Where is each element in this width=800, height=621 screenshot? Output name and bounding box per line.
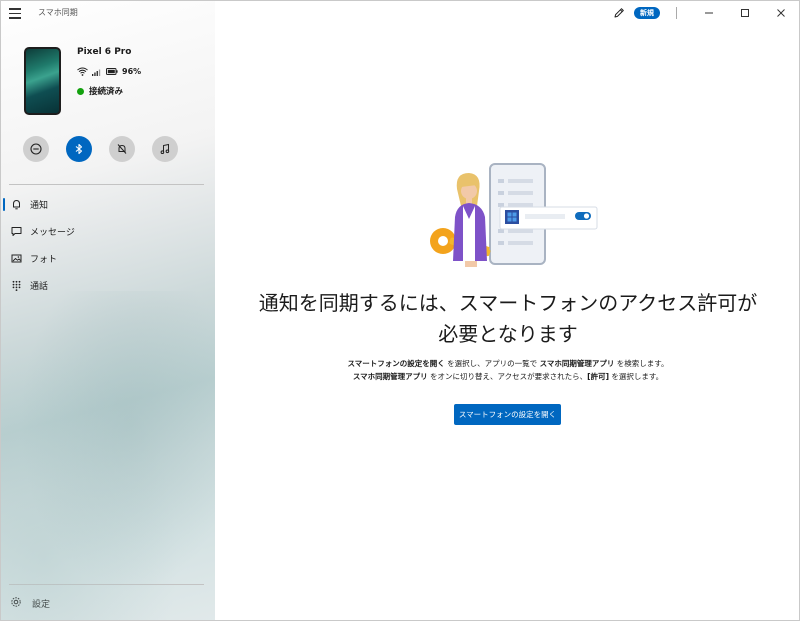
signal-icon: [92, 69, 101, 76]
app-window: スマホ同期 Pixel 6 Pro 96% 接続済み 通知 メッセージ フォト …: [0, 0, 800, 621]
battery-level: 96%: [122, 67, 142, 76]
sidebar-item-photos[interactable]: フォト: [1, 245, 215, 272]
instruction-line-2: スマホ同期管理アプリ をオンに切り替え、アクセスが要求されたら、[許可] を選択…: [215, 370, 799, 383]
battery-icon: [106, 68, 118, 75]
bluetooth-button[interactable]: [66, 136, 92, 162]
sidebar-item-calls[interactable]: 通話: [1, 272, 215, 299]
permission-illustration: [430, 163, 598, 267]
quick-actions: [23, 136, 178, 162]
headline-line-2: 必要となります: [438, 322, 578, 346]
wifi-icon: [77, 67, 88, 76]
sidebar-item-label: メッセージ: [30, 228, 75, 238]
page-headline: 通知を同期するには、スマートフォンのアクセス許可が 必要となります: [215, 288, 799, 350]
status-dot-icon: [77, 87, 84, 95]
do-not-disturb-button[interactable]: [23, 136, 49, 162]
sidebar-item-label: フォト: [30, 255, 58, 265]
image-icon: [10, 253, 22, 265]
instr2-text-2: を選択します。: [609, 372, 664, 381]
instruction-line-1: スマートフォンの設定を開く を選択し、アプリの一覧で スマホ同期管理アプリ を検…: [215, 357, 799, 370]
bluetooth-icon: [75, 143, 83, 155]
instructions: スマートフォンの設定を開く を選択し、アプリの一覧で スマホ同期管理アプリ を検…: [215, 357, 799, 383]
sidebar-item-settings[interactable]: 設定: [10, 596, 50, 611]
bell-icon: [10, 199, 22, 211]
device-name: Pixel 6 Pro: [77, 47, 132, 57]
instr1-bold-1: スマートフォンの設定を開く: [347, 359, 445, 368]
instr1-text-2: を検索します。: [614, 359, 669, 368]
settings-label: 設定: [32, 600, 51, 610]
instr2-bold-2: [許可]: [587, 372, 609, 381]
sidebar-divider: [9, 184, 204, 185]
main-content: 通知を同期するには、スマートフォンのアクセス許可が 必要となります スマートフォ…: [215, 1, 799, 620]
sidebar-item-label: 通知: [30, 201, 49, 211]
headline-line-1: 通知を同期するには、スマートフォンのアクセス許可が: [258, 291, 758, 315]
sidebar-item-messages[interactable]: メッセージ: [1, 218, 215, 245]
sidebar-item-label: 通話: [30, 282, 49, 292]
sidebar: スマホ同期 Pixel 6 Pro 96% 接続済み 通知 メッセージ フォト …: [1, 1, 215, 620]
phone-image: [24, 47, 61, 115]
connection-status: 接続済み: [77, 85, 123, 97]
device-stats: 96%: [77, 67, 141, 76]
music-note-icon: [160, 143, 170, 154]
instr2-bold-1: スマホ同期管理アプリ: [352, 372, 428, 381]
audio-button[interactable]: [152, 136, 178, 162]
instr2-text-1: をオンに切り替え、アクセスが要求されたら、: [427, 372, 588, 381]
sidebar-bottom-divider: [9, 584, 204, 585]
instr1-text-1: を選択し、アプリの一覧で: [444, 359, 540, 368]
mute-button[interactable]: [109, 136, 135, 162]
app-title: スマホ同期: [38, 8, 78, 17]
bell-off-icon: [117, 144, 127, 154]
sidebar-item-notifications[interactable]: 通知: [1, 191, 215, 218]
dialpad-icon: [10, 280, 22, 292]
instr1-bold-2: スマホ同期管理アプリ: [539, 359, 615, 368]
open-phone-settings-button[interactable]: スマートフォンの設定を開く: [454, 404, 561, 425]
minus-circle-icon: [30, 143, 42, 155]
hamburger-menu-icon[interactable]: [9, 8, 25, 20]
connection-status-text: 接続済み: [89, 87, 124, 97]
sidebar-nav: 通知 メッセージ フォト 通話: [1, 191, 215, 299]
gear-icon: [10, 596, 22, 611]
chat-icon: [10, 226, 22, 238]
